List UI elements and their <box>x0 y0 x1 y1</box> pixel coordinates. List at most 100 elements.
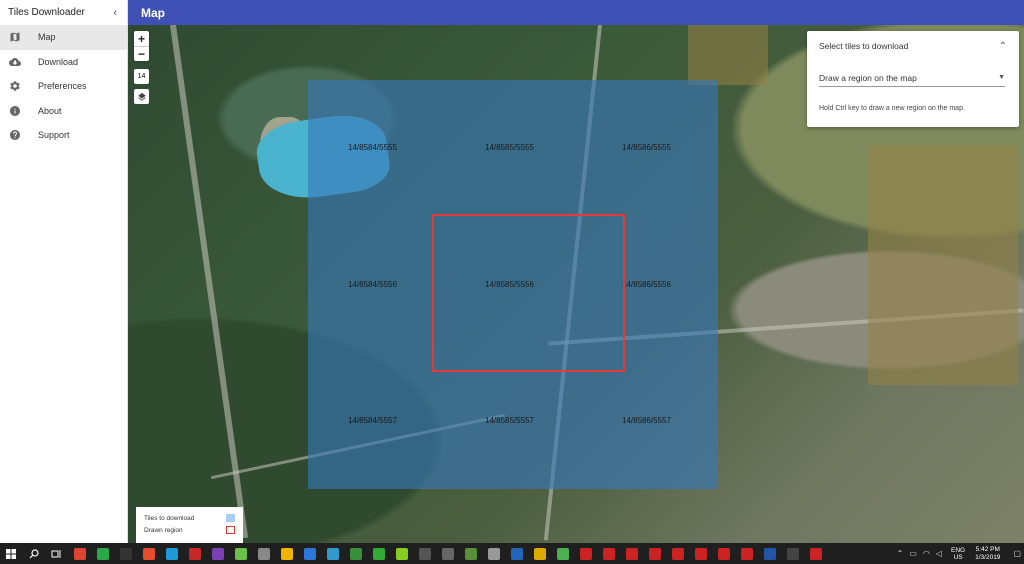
app-icon <box>510 547 523 560</box>
taskbar-app-icon[interactable] <box>620 543 643 564</box>
start-button[interactable] <box>0 543 22 564</box>
clock[interactable]: 5:42 PM 1/3/2019 <box>975 546 1000 562</box>
windows-logo-icon <box>6 548 16 559</box>
taskbar-app-icon[interactable] <box>252 543 275 564</box>
sidebar-item-map[interactable]: Map <box>0 25 127 50</box>
taskbar-app-icon[interactable] <box>390 543 413 564</box>
taskbar-app-icon[interactable] <box>781 543 804 564</box>
taskbar-app-icon[interactable] <box>413 543 436 564</box>
search-button[interactable] <box>22 543 45 564</box>
top-app-bar: Map <box>128 0 1024 25</box>
taskbar-app-icon[interactable] <box>275 543 298 564</box>
app-icon <box>73 547 86 560</box>
cloud-download-icon <box>9 56 21 68</box>
chevron-up-icon[interactable]: ⌃ <box>897 549 904 558</box>
chevron-up-icon[interactable]: ⌃ <box>999 41 1007 52</box>
legend-swatch-region <box>226 526 235 534</box>
sidebar-item-label: Support <box>38 130 70 141</box>
map-icon <box>9 31 21 43</box>
app-icon <box>556 547 569 560</box>
selection-mode-select[interactable]: Draw a region on the map ▼ <box>819 69 1005 87</box>
network-icon[interactable]: ◠ <box>923 549 930 558</box>
taskbar-app-icon[interactable] <box>344 543 367 564</box>
fields <box>688 25 768 85</box>
taskbar-app-icon[interactable] <box>367 543 390 564</box>
panel-hint: Hold Ctrl key to draw a new region on th… <box>819 105 965 112</box>
zoom-in-button[interactable]: + <box>134 31 149 46</box>
sidebar-item-about[interactable]: About <box>0 99 127 124</box>
taskbar-app-icon[interactable] <box>459 543 482 564</box>
taskbar-app-icon[interactable] <box>137 543 160 564</box>
taskbar-app-icon[interactable] <box>804 543 827 564</box>
taskbar-app-icon[interactable] <box>666 543 689 564</box>
select-value: Draw a region on the map <box>819 72 917 83</box>
taskbar-app-icon[interactable] <box>689 543 712 564</box>
panel-title: Select tiles to download <box>819 41 909 51</box>
clock-date: 1/3/2019 <box>975 553 1001 561</box>
app-icon <box>280 547 293 560</box>
taskbar-app-icon[interactable] <box>643 543 666 564</box>
legend-row-region: Drawn region <box>144 524 235 536</box>
sidebar-item-preferences[interactable]: Preferences <box>0 74 127 99</box>
sidebar-item-support[interactable]: Support <box>0 123 127 148</box>
notifications-icon[interactable]: ▢ <box>1013 549 1021 558</box>
help-icon <box>9 129 21 141</box>
taskbar-app-icon[interactable] <box>597 543 620 564</box>
drawn-region[interactable] <box>432 214 625 372</box>
region-code: US <box>953 553 963 561</box>
sidebar-item-download[interactable]: Download <box>0 50 127 75</box>
collapse-sidebar-button[interactable]: ‹ <box>113 7 117 19</box>
tile-label: 14/8586/5557 <box>622 416 671 425</box>
input-language[interactable]: ENG US <box>951 547 965 561</box>
taskbar-app-icon[interactable] <box>574 543 597 564</box>
tile-label: 14/8584/5556 <box>348 280 397 289</box>
taskbar-app-icon[interactable] <box>91 543 114 564</box>
info-icon <box>9 105 21 117</box>
app-icon <box>303 547 316 560</box>
app-icon <box>96 547 109 560</box>
taskbar-app-icon[interactable] <box>160 543 183 564</box>
taskbar-app-icon[interactable] <box>68 543 91 564</box>
panel-header[interactable]: Select tiles to download ⌃ <box>807 31 1019 61</box>
taskbar-app-icon[interactable] <box>482 543 505 564</box>
app-icon <box>326 547 339 560</box>
app-icon <box>579 547 592 560</box>
sidebar-header: Tiles Downloader ‹ <box>0 0 127 25</box>
app-icon <box>809 547 822 560</box>
zoom-out-button[interactable]: − <box>134 46 149 61</box>
task-view-button[interactable] <box>45 543 68 564</box>
app-icon <box>441 547 454 560</box>
app-icon <box>211 547 224 560</box>
app-icon <box>372 547 385 560</box>
taskbar-app-icon[interactable] <box>206 543 229 564</box>
battery-icon[interactable]: ▭ <box>909 549 917 558</box>
taskbar-app-icon[interactable] <box>712 543 735 564</box>
fields <box>868 145 1018 385</box>
app-icon <box>786 547 799 560</box>
volume-icon[interactable]: ◁ <box>936 549 942 558</box>
map-view[interactable]: 14/8584/5555 14/8585/5555 14/8586/5555 1… <box>128 25 1024 543</box>
app-icon <box>165 547 178 560</box>
taskbar-app-icon[interactable] <box>229 543 252 564</box>
legend-label: Drawn region <box>144 526 183 534</box>
taskbar-app-icon[interactable] <box>183 543 206 564</box>
taskbar-app-icon[interactable] <box>298 543 321 564</box>
taskbar-app-icon[interactable] <box>436 543 459 564</box>
tile-label: 14/8584/5555 <box>348 143 397 152</box>
windows-taskbar: ⌃ ▭ ◠ ◁ ENG US 5:42 PM 1/3/2019 ▢ <box>0 543 1024 564</box>
taskbar-app-icon[interactable] <box>321 543 344 564</box>
taskbar-app-icon[interactable] <box>551 543 574 564</box>
system-tray: ⌃ ▭ ◠ ◁ ENG US 5:42 PM 1/3/2019 ▢ <box>894 543 1024 564</box>
legend-label: Tiles to download <box>144 514 195 522</box>
taskbar-app-icon[interactable] <box>528 543 551 564</box>
taskbar-app-icon[interactable] <box>114 543 137 564</box>
app-window: Tiles Downloader ‹ Map Download Preferen… <box>0 0 1024 543</box>
taskbar-app-icon[interactable] <box>735 543 758 564</box>
layers-button[interactable] <box>134 89 149 104</box>
sidebar-item-label: Preferences <box>38 81 87 92</box>
taskbar-app-icon[interactable] <box>758 543 781 564</box>
sidebar: Tiles Downloader ‹ Map Download Preferen… <box>0 0 128 543</box>
taskbar-app-icon[interactable] <box>505 543 528 564</box>
legend-row-tiles: Tiles to download <box>144 512 235 524</box>
sidebar-item-label: Map <box>38 32 56 43</box>
